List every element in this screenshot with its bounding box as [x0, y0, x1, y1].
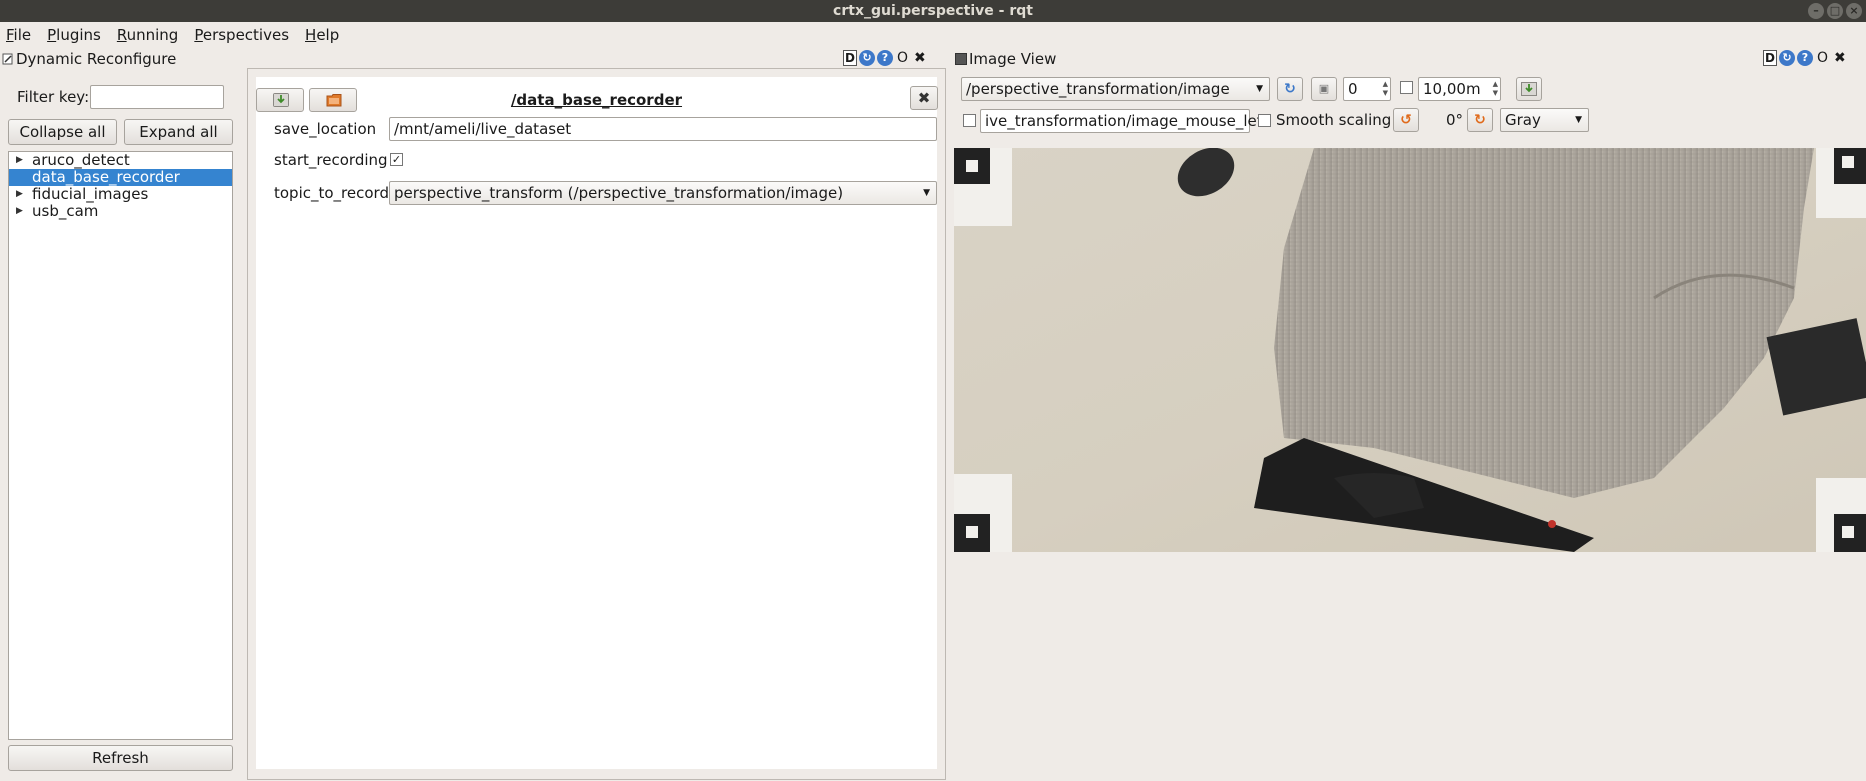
help-icon[interactable]: ? [877, 50, 893, 66]
image-view-dock-title[interactable]: Image View [955, 48, 1056, 70]
tree-item-usb-cam[interactable]: ▶ usb_cam [9, 203, 232, 220]
reload-icon[interactable]: ↻ [1779, 50, 1795, 66]
zoom-spinbox[interactable]: 0 ▲ ▼ [1343, 77, 1391, 101]
filter-label: Filter key: [17, 88, 90, 106]
dynamic-range-checkbox[interactable] [1400, 81, 1413, 94]
menu-file[interactable]: File [6, 26, 31, 44]
topic-to-record-label: topic_to_record [274, 184, 389, 202]
rotate-right-button[interactable]: ↻ [1467, 108, 1493, 132]
float-icon[interactable]: O [1817, 50, 1828, 66]
refresh-icon: ↻ [1284, 81, 1296, 97]
tree-item-label: usb_cam [32, 202, 99, 220]
menubar: File Plugins Running Perspectives Help [0, 22, 1866, 48]
colormap-value: Gray [1505, 111, 1541, 129]
camera-image-render [954, 148, 1866, 552]
filter-input[interactable] [90, 85, 224, 109]
tree-item-data-base-recorder[interactable]: data_base_recorder [9, 169, 232, 186]
expand-arrow-icon[interactable]: ▶ [16, 203, 23, 220]
tree-item-aruco-detect[interactable]: ▶ aruco_detect [9, 152, 232, 169]
start-recording-checkbox[interactable]: ✓ [390, 153, 403, 166]
node-title: /data_base_recorder [510, 91, 683, 109]
rotation-label: 0° [1446, 111, 1464, 129]
menu-help[interactable]: Help [305, 26, 339, 44]
tree-item-label: fiducial_images [32, 185, 149, 203]
image-topic-select[interactable]: /perspective_transformation/image ▼ [961, 77, 1270, 101]
save-image-icon [1521, 82, 1537, 96]
dynamic-reconfigure-dock-controls: D ↻ ? O ✖ [843, 48, 928, 68]
dynamic-reconfigure-dock-title[interactable]: Dynamic Reconfigure [2, 48, 176, 70]
max-range-value: 10,00m [1423, 80, 1481, 98]
chevron-down-icon: ▼ [923, 188, 930, 198]
chevron-down-icon: ▼ [1575, 115, 1582, 125]
zoom-icon: ▣ [1318, 82, 1330, 95]
save-image-button[interactable] [1516, 77, 1542, 101]
maximize-button[interactable]: □ [1827, 3, 1843, 19]
float-icon[interactable]: O [897, 50, 908, 66]
expand-arrow-icon[interactable]: ▶ [16, 152, 23, 169]
debug-icon[interactable]: D [1763, 50, 1777, 66]
image-view-dock-controls: D ↻ ? O ✖ [1763, 48, 1848, 68]
zoom-button[interactable]: ▣ [1311, 77, 1337, 101]
window-titlebar: crtx_gui.perspective - rqt – □ × [0, 0, 1866, 22]
node-config-panel: /data_base_recorder ✖ save_location /mnt… [247, 68, 946, 780]
rotate-left-button[interactable]: ↺ [1393, 108, 1419, 132]
rotate-right-icon: ↻ [1474, 112, 1486, 128]
menu-perspectives[interactable]: Perspectives [194, 26, 289, 44]
close-icon[interactable]: ✖ [914, 50, 926, 66]
collapse-all-button[interactable]: Collapse all [8, 119, 117, 145]
topic-to-record-select[interactable]: perspective_transform (/perspective_tran… [389, 181, 937, 205]
debug-icon[interactable]: D [843, 50, 857, 66]
rotate-left-icon: ↺ [1400, 112, 1412, 128]
close-node-button[interactable]: ✖ [910, 86, 938, 110]
max-range-spinbox[interactable]: 10,00m ▲ ▼ [1418, 77, 1501, 101]
mouse-topic-input[interactable]: ive_transformation/image_mouse_left [980, 109, 1268, 133]
refresh-button[interactable]: Refresh [8, 745, 233, 771]
image-view-title: Image View [969, 50, 1057, 68]
reload-icon[interactable]: ↻ [859, 50, 875, 66]
menu-running[interactable]: Running [117, 26, 178, 44]
node-tree[interactable]: ▶ aruco_detect data_base_recorder ▶ fidu… [8, 151, 233, 740]
publish-click-checkbox[interactable] [963, 114, 976, 127]
expand-all-button[interactable]: Expand all [124, 119, 233, 145]
minimize-button[interactable]: – [1808, 3, 1824, 19]
menu-plugins[interactable]: Plugins [47, 26, 101, 44]
save-location-input[interactable]: /mnt/ameli/live_dataset [389, 117, 937, 141]
spin-arrows-icon[interactable]: ▲ ▼ [1383, 80, 1388, 98]
help-icon[interactable]: ? [1797, 50, 1813, 66]
image-icon [955, 53, 967, 65]
colormap-select[interactable]: Gray ▼ [1500, 108, 1589, 132]
tree-item-label: data_base_recorder [32, 168, 180, 186]
tree-item-fiducial-images[interactable]: ▶ fiducial_images [9, 186, 232, 203]
zoom-value: 0 [1348, 80, 1358, 98]
camera-image[interactable] [954, 148, 1866, 552]
tree-item-label: aruco_detect [32, 151, 130, 169]
close-icon[interactable]: ✖ [1834, 50, 1846, 66]
close-window-button[interactable]: × [1846, 3, 1862, 19]
start-recording-label: start_recording [274, 151, 388, 169]
smooth-scaling-checkbox[interactable] [1258, 114, 1271, 127]
spin-arrows-icon[interactable]: ▲ ▼ [1493, 80, 1498, 98]
window-title: crtx_gui.perspective - rqt [833, 3, 1033, 19]
dynamic-reconfigure-title: Dynamic Reconfigure [16, 50, 177, 68]
pencil-icon [2, 53, 13, 65]
node-config-content: /data_base_recorder ✖ save_location /mnt… [256, 77, 938, 769]
mouse-topic-value: ive_transformation/image_mouse_left [985, 112, 1268, 130]
topic-to-record-value: perspective_transform (/perspective_tran… [394, 184, 844, 202]
refresh-topics-button[interactable]: ↻ [1277, 77, 1303, 101]
image-topic-value: /perspective_transformation/image [966, 80, 1230, 98]
smooth-scaling-label: Smooth scaling [1276, 111, 1392, 129]
chevron-down-icon: ▼ [1256, 84, 1263, 94]
expand-arrow-icon[interactable]: ▶ [16, 186, 23, 203]
save-location-label: save_location [274, 120, 377, 138]
